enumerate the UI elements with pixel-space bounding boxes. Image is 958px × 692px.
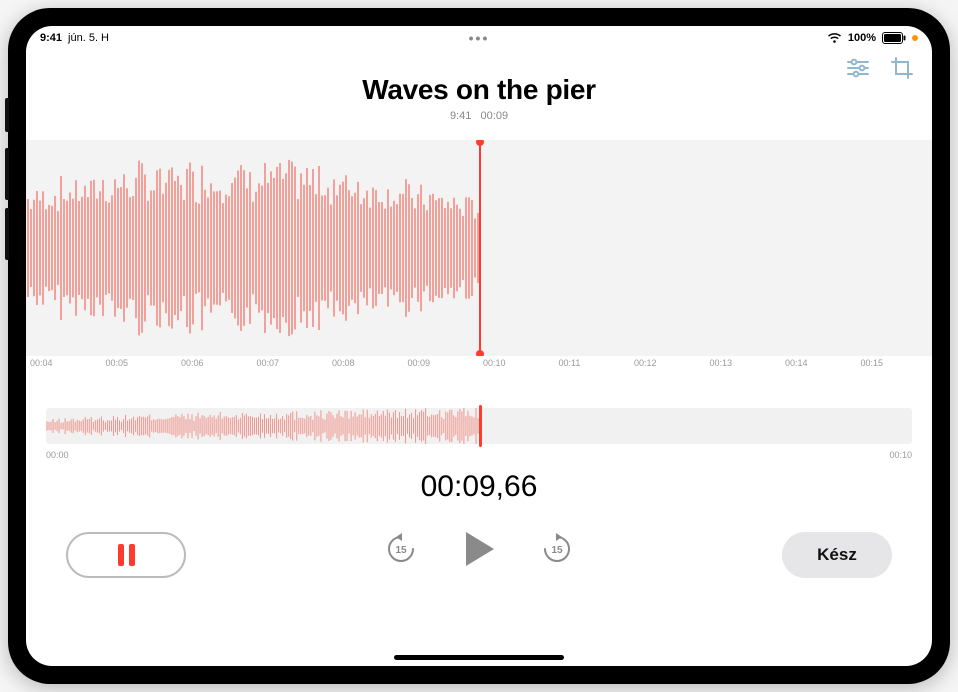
overview-track <box>46 408 912 444</box>
done-button[interactable]: Kész <box>782 532 892 578</box>
ruler-tick: 00:14 <box>781 358 857 368</box>
elapsed-timer: 00:09,66 <box>26 470 932 504</box>
screen: 9:41 jún. 5. H ••• 100% <box>26 26 932 666</box>
ruler-tick: 00:10 <box>479 358 555 368</box>
timeline-ruler: 00:0400:0500:0600:0700:0800:0900:1000:11… <box>26 356 932 368</box>
multitask-dots-icon[interactable]: ••• <box>469 30 490 46</box>
play-button[interactable] <box>462 530 496 568</box>
recording-duration-label: 00:09 <box>481 110 509 122</box>
recording-title[interactable]: Waves on the pier <box>26 74 932 106</box>
controls-row: 15 15 Kész <box>26 526 932 586</box>
wifi-icon <box>827 33 842 44</box>
statusbar-time: 9:41 <box>40 32 62 44</box>
playhead[interactable] <box>479 142 481 354</box>
status-bar: 9:41 jún. 5. H ••• 100% <box>26 26 932 48</box>
statusbar-date: jún. 5. H <box>68 32 109 44</box>
overview-waveform[interactable]: 00:00 00:10 <box>46 402 912 452</box>
overview-start-label: 00:00 <box>46 450 69 460</box>
recording-subtitle: 9:41 00:09 <box>26 110 932 122</box>
ruler-tick: 00:13 <box>706 358 782 368</box>
ruler-tick: 00:11 <box>555 358 631 368</box>
trim-crop-icon[interactable] <box>890 56 914 80</box>
recording-time-label: 9:41 <box>450 110 471 122</box>
ruler-tick: 00:07 <box>253 358 329 368</box>
ruler-tick: 00:08 <box>328 358 404 368</box>
ruler-tick: 00:12 <box>630 358 706 368</box>
mic-in-use-indicator-icon <box>912 35 918 41</box>
skip-forward-15-button[interactable]: 15 <box>540 532 574 566</box>
home-indicator[interactable] <box>394 655 564 660</box>
overview-waveform-svg <box>46 408 479 444</box>
done-button-label: Kész <box>817 545 857 565</box>
pause-icon <box>118 544 135 566</box>
main-waveform[interactable] <box>26 140 932 356</box>
ruler-tick: 00:09 <box>404 358 480 368</box>
device-volume-down <box>5 208 9 260</box>
overview-playhead[interactable] <box>479 405 482 447</box>
device-volume-up <box>5 148 9 200</box>
ruler-tick: 00:04 <box>26 358 102 368</box>
ruler-tick: 00:05 <box>102 358 178 368</box>
battery-percent: 100% <box>848 32 876 44</box>
skip-back-15-button[interactable]: 15 <box>384 532 418 566</box>
battery-icon <box>882 32 906 44</box>
overview-end-label: 00:10 <box>889 450 912 460</box>
ruler-tick: 00:06 <box>177 358 253 368</box>
pause-record-button[interactable] <box>66 532 186 578</box>
ipad-frame: 9:41 jún. 5. H ••• 100% <box>8 8 950 684</box>
playback-settings-icon[interactable] <box>846 56 870 80</box>
device-side-button <box>5 98 9 132</box>
skip-fwd-seconds: 15 <box>551 545 563 556</box>
ruler-tick: 00:15 <box>857 358 933 368</box>
skip-back-seconds: 15 <box>395 545 407 556</box>
